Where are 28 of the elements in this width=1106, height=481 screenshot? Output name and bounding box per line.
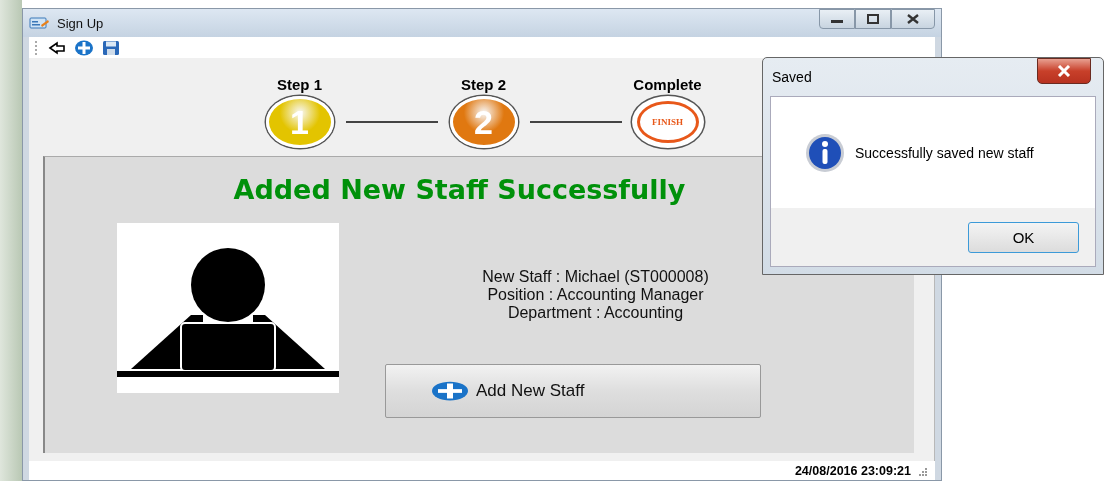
form-icon [29, 16, 49, 30]
add-icon [432, 381, 468, 401]
back-arrow-icon[interactable] [48, 40, 66, 55]
close-button[interactable] [891, 9, 935, 29]
status-datetime: 24/08/2016 23:09:21 [794, 463, 911, 478]
staff-detail: Position : Accounting Manager [486, 286, 705, 304]
resize-grip-icon [917, 465, 927, 476]
window-title: Sign Up [57, 15, 105, 31]
close-icon [1057, 65, 1071, 77]
success-heading: Added New Staff Successfully [232, 174, 687, 205]
finish-badge: FINISH [631, 96, 704, 148]
staff-detail: Department : Accounting [506, 304, 685, 322]
minimize-button[interactable] [819, 9, 855, 29]
save-icon[interactable] [102, 39, 120, 56]
close-button[interactable] [1037, 58, 1091, 84]
staff-detail: New Staff : Michael (ST000008) [482, 268, 709, 286]
maximize-icon [866, 14, 880, 24]
add-new-staff-button[interactable]: Add New Staff [385, 364, 761, 418]
dialog-title: Saved [772, 69, 812, 87]
dialog-message: Successfully saved new staff [855, 144, 1034, 161]
ok-button[interactable]: OK [968, 221, 1079, 253]
add-icon[interactable] [75, 39, 93, 56]
step-label: Step 2 [461, 76, 506, 93]
step-label: Complete [633, 76, 702, 93]
info-icon [805, 132, 845, 173]
step-label: Step 1 [277, 76, 322, 93]
maximize-button[interactable] [855, 9, 891, 29]
close-icon [906, 14, 920, 24]
